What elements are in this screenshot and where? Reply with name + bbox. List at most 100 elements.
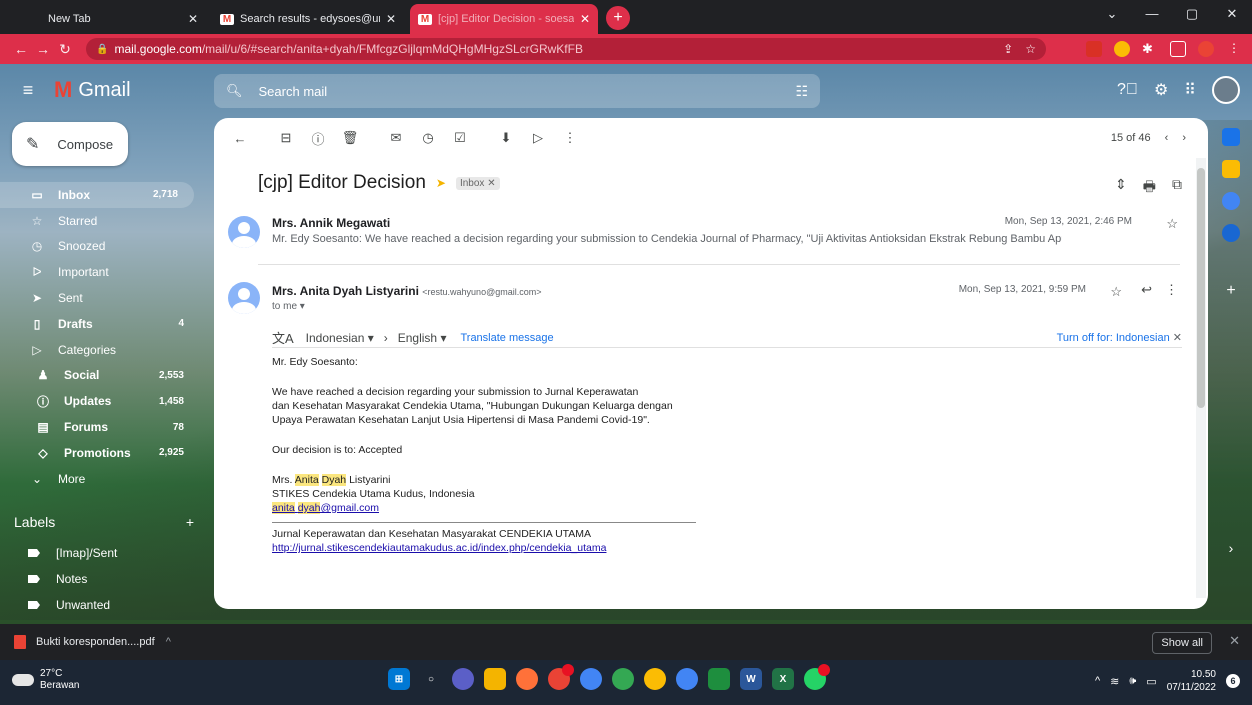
windows-start-icon[interactable]: ⊞ — [388, 668, 410, 690]
source-language-select[interactable]: Indonesian ▾ — [306, 331, 374, 345]
weather-widget[interactable]: 27°C Berawan — [12, 668, 79, 692]
tab-search-results[interactable]: M Search results - edysoes@unimus ✕ — [212, 4, 404, 34]
show-hidden-icons-chevron[interactable]: ^ — [1095, 675, 1100, 687]
label-unwanted[interactable]: Unwanted — [28, 598, 110, 612]
share-icon[interactable]: ⇪ — [1003, 42, 1013, 56]
sidebar-item-snoozed[interactable]: ◷ Snoozed — [0, 234, 200, 260]
notification-count[interactable]: 6 — [1226, 674, 1240, 688]
journal-url-link[interactable]: http://jurnal.stikescendekiautamakudus.a… — [272, 542, 606, 556]
more-options-icon[interactable]: ⋮ — [558, 130, 582, 146]
excel-icon[interactable]: X — [772, 668, 794, 690]
close-window-button[interactable]: ✕ — [1212, 0, 1252, 30]
star-icon[interactable]: ☆ — [1166, 216, 1178, 232]
whatsapp-icon[interactable] — [804, 664, 830, 690]
apps-grid-icon[interactable]: ⠿ — [1184, 80, 1196, 100]
reply-icon[interactable]: ↩ — [1141, 282, 1152, 298]
menu-icon[interactable]: ⋮ — [1226, 41, 1242, 57]
more-vert-icon[interactable]: ⋮ — [1165, 282, 1178, 298]
message1-snippet[interactable]: Mr. Edy Soesanto: We have reached a deci… — [272, 233, 1062, 245]
sidebar-item-inbox[interactable]: ▭ Inbox 2,718 — [0, 182, 194, 208]
sidebar-item-starred[interactable]: ☆ Starred — [0, 208, 200, 234]
chrome-icon[interactable] — [644, 668, 666, 690]
close-icon[interactable]: ✕ — [386, 12, 396, 26]
search-icon[interactable]: ○ — [420, 668, 442, 690]
profile-avatar[interactable] — [1198, 41, 1214, 57]
older-chevron-icon[interactable]: › — [1182, 132, 1186, 144]
chrome-icon[interactable] — [612, 668, 634, 690]
translate-message-link[interactable]: Translate message — [460, 332, 553, 344]
sidebar-item-updates[interactable]: ⓘ Updates 1,458 — [0, 388, 200, 414]
reload-icon[interactable]: ↻ — [54, 41, 76, 58]
move-to-icon[interactable]: ⬇ — [494, 130, 518, 146]
print-icon[interactable]: 🖶 — [1143, 176, 1156, 200]
contacts-icon[interactable] — [1222, 224, 1240, 242]
puzzle-icon[interactable]: ✱ — [1142, 41, 1158, 57]
search-input[interactable]: 🔍︎ Search mail ☷ — [214, 74, 820, 108]
sidebar-item-categories[interactable]: ▷ Categories — [0, 337, 200, 363]
chrome-icon[interactable] — [676, 668, 698, 690]
recipients-toggle[interactable]: to me ▾ — [272, 301, 305, 312]
show-all-button[interactable]: Show all — [1152, 632, 1212, 654]
delete-icon[interactable]: 🗑︎ — [338, 130, 362, 146]
sidebar-item-forums[interactable]: ▤ Forums 78 — [0, 414, 200, 440]
tab-new-tab[interactable]: New Tab ✕ — [6, 4, 206, 34]
compose-button[interactable]: ✎ Compose — [12, 122, 128, 166]
label-icon[interactable]: ▷ — [526, 130, 550, 146]
gmail-logo[interactable]: M Gmail — [54, 77, 131, 103]
sidebar-item-promotions[interactable]: ◇ Promotions 2,925 — [0, 440, 200, 466]
tasks-icon[interactable] — [1222, 192, 1240, 210]
close-icon[interactable]: ✕ — [1173, 332, 1182, 344]
download-item[interactable]: Bukti koresponden....pdf ^ — [36, 636, 171, 648]
chevron-up-icon[interactable]: ^ — [166, 636, 171, 648]
teams-icon[interactable] — [452, 668, 474, 690]
extension-icon[interactable] — [1086, 41, 1102, 57]
expand-all-icon[interactable]: ⇕ — [1115, 176, 1127, 200]
wifi-icon[interactable]: ≋ — [1110, 675, 1119, 688]
help-icon[interactable]: ?⃝ — [1117, 81, 1138, 99]
add-task-icon[interactable]: ☑ — [448, 130, 472, 146]
sidebar-item-social[interactable]: ♟ Social 2,553 — [0, 363, 200, 389]
battery-icon[interactable]: ▭ — [1146, 675, 1156, 688]
minimize-button[interactable]: — — [1132, 0, 1172, 30]
calendar-icon[interactable] — [1222, 128, 1240, 146]
add-label-icon[interactable]: + — [186, 514, 194, 530]
bookmark-star-icon[interactable]: ☆ — [1025, 42, 1036, 56]
volume-icon[interactable]: 🕪︎ — [1129, 675, 1136, 688]
close-icon[interactable]: ✕ — [580, 12, 590, 26]
back-to-search-icon[interactable]: ← — [228, 131, 252, 146]
label-imap-sent[interactable]: [Imap]/Sent — [28, 546, 117, 560]
scrollbar[interactable] — [1196, 158, 1206, 598]
account-avatar[interactable] — [1212, 76, 1240, 104]
sidebar-item-drafts[interactable]: ▯ Drafts 4 — [0, 311, 200, 337]
signature-email-link[interactable]: anita dyah@gmail.com — [272, 502, 379, 516]
sidebar-item-sent[interactable]: ➤ Sent — [0, 285, 200, 311]
label-notes[interactable]: Notes — [28, 572, 87, 586]
new-tab-button[interactable]: + — [606, 6, 630, 30]
url-input[interactable]: 🔒 mail.google.com/mail/u/6/#search/anita… — [86, 38, 1046, 60]
clock[interactable]: 10.50 07/11/2022 — [1167, 668, 1216, 694]
new-window-icon[interactable]: ⧉ — [1172, 176, 1182, 200]
important-marker-icon[interactable]: ➤ — [436, 176, 446, 190]
sidebar-item-important[interactable]: ᐅ Important — [0, 259, 200, 285]
newer-chevron-icon[interactable]: ‹ — [1165, 132, 1169, 144]
chrome-icon[interactable] — [548, 664, 574, 690]
inbox-chip[interactable]: Inbox ✕ — [455, 176, 500, 190]
settings-gear-icon[interactable]: ⚙ — [1154, 80, 1168, 100]
star-icon[interactable]: ☆ — [1110, 284, 1122, 300]
close-icon[interactable]: ✕ — [188, 12, 198, 26]
report-spam-icon[interactable]: ⓘ — [306, 129, 330, 148]
sidebar-item-more[interactable]: ⌄ More — [0, 466, 200, 492]
extension-icon[interactable] — [1114, 41, 1130, 57]
hide-panel-chevron-icon[interactable]: › — [1214, 540, 1248, 556]
firefox-icon[interactable] — [516, 668, 538, 690]
tab-search-icon[interactable]: ⌄ — [1092, 0, 1132, 30]
scrollbar-thumb[interactable] — [1197, 168, 1205, 408]
file-explorer-icon[interactable] — [484, 668, 506, 690]
get-addons-icon[interactable]: + — [1214, 282, 1248, 300]
tab-editor-decision[interactable]: M [cjp] Editor Decision - soesanto ✕ — [410, 4, 598, 34]
target-language-select[interactable]: English ▾ — [398, 331, 447, 345]
mark-unread-icon[interactable]: ✉ — [384, 130, 408, 146]
search-options-icon[interactable]: ☷ — [795, 83, 808, 100]
keep-icon[interactable] — [1222, 160, 1240, 178]
search-icon[interactable]: 🔍︎ — [226, 83, 243, 99]
